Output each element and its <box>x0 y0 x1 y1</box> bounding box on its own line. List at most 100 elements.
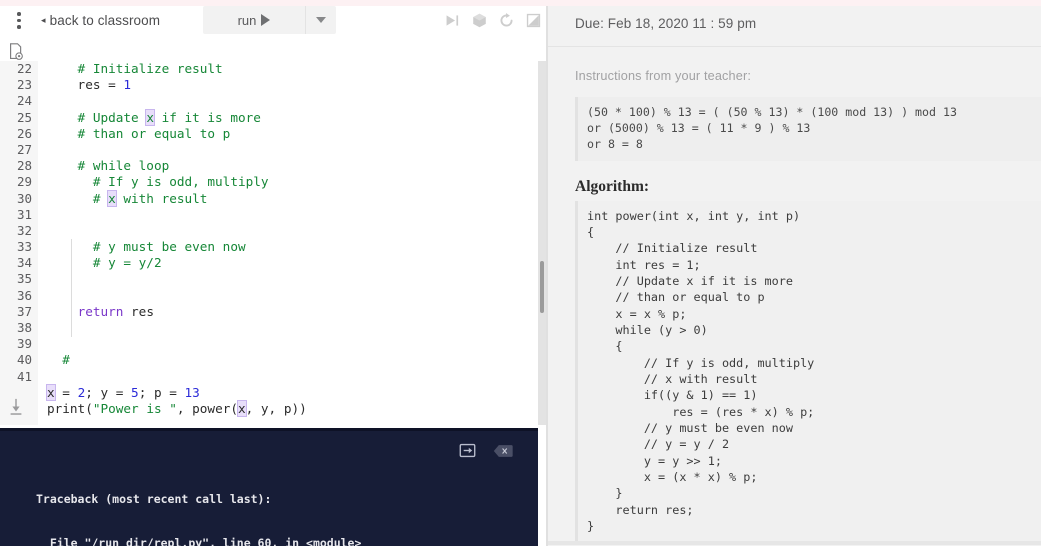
code-line[interactable] <box>38 142 538 158</box>
line-number: 28 <box>16 158 32 174</box>
code-token: , power( <box>176 400 238 416</box>
line-number: 37 <box>16 303 32 319</box>
code-token: # If y is odd, multiply <box>47 174 269 190</box>
repl-assignment-workspace: ◂ back to classroom run 22 23 24 25 26 2… <box>0 0 1041 546</box>
file-settings-icon[interactable] <box>8 43 24 60</box>
instructions-code-block: (50 * 100) % 13 = ( (50 % 13) * (100 mod… <box>575 97 1041 161</box>
code-token: # while loop <box>47 158 170 174</box>
run-button[interactable]: run <box>203 6 306 34</box>
run-button-label: run <box>237 12 257 28</box>
top-accent-strip <box>0 0 1041 6</box>
run-options-dropdown[interactable] <box>306 6 336 34</box>
download-file-icon[interactable] <box>7 397 25 417</box>
line-number: 34 <box>16 255 32 271</box>
kebab-menu-icon[interactable] <box>6 6 32 36</box>
play-icon <box>261 14 271 26</box>
line-number: 24 <box>16 93 32 109</box>
package-cube-icon[interactable] <box>471 12 488 29</box>
instructions-label: Instructions from your teacher: <box>575 69 751 83</box>
editor-gutter: 22 23 24 25 26 27 28 29 30 31 32 33 34 35 36 37 38 39 40 41 <box>0 61 38 425</box>
clear-console-icon[interactable] <box>493 444 513 458</box>
code-line[interactable] <box>38 93 538 109</box>
line-number: 26 <box>16 125 32 141</box>
theme-toggle-icon[interactable] <box>525 12 542 29</box>
code-line[interactable]: # y must be even now <box>38 239 538 255</box>
line-number: 41 <box>16 368 32 384</box>
console-line: File "/run_dir/repl.py", line 60, in <mo… <box>36 535 362 546</box>
code-line[interactable] <box>38 320 538 336</box>
back-to-classroom-label: back to classroom <box>49 13 161 28</box>
algorithm-code-block: int power(int x, int y, int p) { // Init… <box>575 200 1041 541</box>
code-token: 13 <box>184 384 200 400</box>
line-number: 29 <box>16 174 32 190</box>
code-token: 5 <box>131 384 139 400</box>
restart-icon[interactable] <box>498 12 515 29</box>
code-token: "Power is " <box>92 400 177 416</box>
line-number: 32 <box>16 222 32 238</box>
code-line[interactable] <box>38 288 538 304</box>
code-token: return <box>77 303 124 319</box>
code-token: # than or equal to p <box>47 125 231 141</box>
assignment-pane: Due: Feb 18, 2020 11 : 59 pm submit Inst… <box>546 0 1041 546</box>
line-number: 38 <box>16 320 32 335</box>
code-token: # y = y/2 <box>47 255 162 271</box>
code-token: = <box>54 384 78 400</box>
code-line[interactable]: # If y is odd, multiply <box>38 174 538 190</box>
code-line[interactable]: print("Power is ", power(x, y, p)) <box>38 399 538 417</box>
code-line[interactable]: return res <box>38 304 538 320</box>
step-over-icon[interactable] <box>444 12 461 29</box>
code-line[interactable] <box>38 336 538 352</box>
console-line: Traceback (most recent call last): <box>36 492 272 507</box>
line-number: 35 <box>16 271 32 287</box>
code-line[interactable]: # <box>38 352 538 368</box>
code-line[interactable]: # Update x if it is more <box>38 108 538 126</box>
code-line[interactable] <box>38 207 538 223</box>
line-number: 27 <box>16 141 32 157</box>
code-token: ; y = <box>85 384 132 400</box>
code-line[interactable]: # than or equal to p <box>38 126 538 142</box>
code-token: # <box>47 352 70 368</box>
code-line[interactable]: # y = y/2 <box>38 255 538 271</box>
code-token: 1 <box>123 77 132 93</box>
back-to-classroom-link[interactable]: ◂ back to classroom <box>41 13 160 28</box>
line-number: 36 <box>16 287 32 303</box>
assignment-body: Instructions from your teacher: (50 * 10… <box>546 47 1041 546</box>
editor-scrollbar-thumb[interactable] <box>540 261 544 313</box>
code-token: # Update <box>47 109 147 125</box>
code-editor-surface[interactable]: 22 23 24 25 26 27 28 29 30 31 32 33 34 35 36 37 38 39 40 41… <box>0 61 546 425</box>
line-number: 40 <box>16 352 32 368</box>
run-button-group: run <box>203 6 336 34</box>
code-token: # Initialize result <box>47 61 223 76</box>
code-line[interactable] <box>38 271 538 287</box>
code-token: if it is more <box>153 109 261 125</box>
line-number: 25 <box>16 109 32 125</box>
line-number: 30 <box>16 190 32 206</box>
assignment-bottom-rule <box>546 541 1041 545</box>
code-line[interactable]: # x with result <box>38 189 538 207</box>
code-token: ; p = <box>138 384 185 400</box>
open-in-shell-icon[interactable] <box>459 442 476 459</box>
code-line[interactable] <box>38 369 538 385</box>
assignment-header: Due: Feb 18, 2020 11 : 59 pm submit <box>546 0 1041 47</box>
code-line[interactable]: # while loop <box>38 158 538 174</box>
code-line[interactable]: res = 1 <box>38 77 538 93</box>
editor-code-lines[interactable]: # Initialize result res = 1 # Update x i… <box>38 61 538 425</box>
code-token: # y must be even now <box>47 239 246 255</box>
code-token: , y, p)) <box>245 400 307 416</box>
line-number: 23 <box>16 77 32 93</box>
code-token: res = <box>47 77 124 93</box>
code-token: res <box>123 303 154 319</box>
line-number: 33 <box>16 239 32 255</box>
code-line[interactable] <box>38 223 538 239</box>
code-token: print( <box>47 400 93 416</box>
console-output: Traceback (most recent call last): File … <box>36 463 361 546</box>
code-token: with result <box>115 190 208 206</box>
pane-divider[interactable] <box>546 0 548 546</box>
line-number: 39 <box>16 336 32 352</box>
code-line[interactable]: # Initialize result <box>38 61 538 77</box>
console-toolbar <box>459 442 513 459</box>
console-panel[interactable]: Traceback (most recent call last): File … <box>0 428 538 546</box>
code-line[interactable]: x = 2; y = 5; p = 13 <box>38 383 538 401</box>
editor-vertical-scrollbar[interactable] <box>538 61 546 425</box>
